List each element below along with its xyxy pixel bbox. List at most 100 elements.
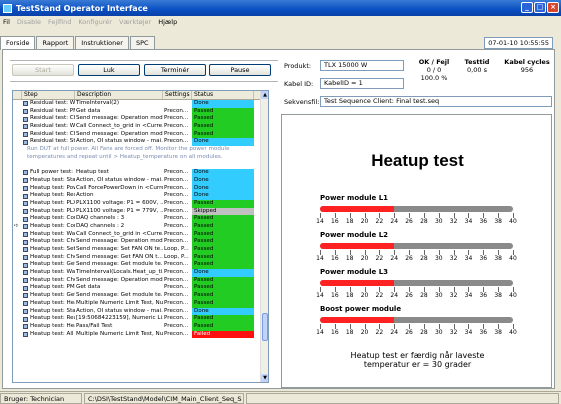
menu-fil[interactable]: Fil	[3, 18, 10, 26]
row-marker	[13, 315, 22, 323]
table-row[interactable]: Residual test: Check...Send message: Ope…	[13, 130, 268, 139]
table-row[interactable]: Heatup test: Check f...Send message: Get…	[13, 253, 268, 262]
grid-header: Step Description Settings Status	[13, 91, 268, 100]
scroll-down-arrow-icon[interactable]: ▼	[261, 374, 268, 382]
step-cell: Heatup test: Status...	[22, 177, 75, 185]
table-row[interactable]: Heatup test: PLX110...PLX1100 voltage: P…	[13, 207, 268, 216]
table-row[interactable]: Heatup test: PLX110...PLX1100 voltage: P…	[13, 199, 268, 208]
table-row[interactable]: Residual test: PM30...Get data Precon...P…	[13, 107, 268, 116]
tick-label: 16	[331, 292, 339, 299]
tick-label: 20	[360, 255, 369, 262]
step-cell: Full power test: Heat...	[22, 169, 75, 177]
start-button[interactable]: Start	[12, 64, 74, 76]
tab-instruktioner[interactable]: Instruktioner	[75, 36, 129, 49]
description-cell: Send message: Set FAN ON te...	[76, 246, 163, 252]
table-row[interactable]: Heatup test: Read b...[19:50684223159], …	[13, 315, 268, 323]
table-row[interactable]: Heatup test: Wait for...Call Connect_to_…	[13, 230, 268, 239]
table-row[interactable]: Heatup test: Wait TimeInterval(Locals.Hea…	[13, 269, 268, 277]
table-row[interactable]: Residual test: Check...Send message: Ope…	[13, 115, 268, 124]
table-row[interactable]: Full power test: Heat...Heatup test Preco…	[13, 169, 268, 177]
row-marker	[13, 115, 22, 123]
step-type-icon	[23, 270, 28, 276]
description-cell: TimeInterval(Locals.Heat_up_ti...	[76, 269, 163, 276]
maximize-button[interactable]: □	[534, 2, 546, 13]
menu-vaerktoejer[interactable]: Værktøjer	[119, 18, 151, 26]
step-cell: Residual test: Wait for...	[22, 123, 75, 131]
menu-bar: Fil Disable Fejlfind Konfigurér Værktøje…	[0, 16, 561, 28]
status-cell: Done	[192, 100, 254, 108]
row-marker	[13, 246, 22, 254]
status-column-header[interactable]: Status	[192, 91, 254, 99]
close-button[interactable]: ×	[547, 2, 559, 13]
step-grid[interactable]: Step Description Settings Status Residua…	[12, 90, 269, 383]
ok-fejl-label: OK / Fejl	[418, 58, 450, 66]
testtid-value: 0,00 s	[467, 66, 487, 74]
step-column-header[interactable]: Step	[22, 91, 75, 99]
scroll-thumb[interactable]	[262, 313, 268, 341]
settings-cell: Precon...	[164, 322, 189, 329]
status-cell: Passed	[192, 123, 254, 131]
step-cell: Heatup test: Heatup...	[22, 300, 75, 308]
minimize-button[interactable]: _	[521, 2, 533, 13]
produkt-field: TLX 15000 W	[320, 60, 404, 71]
ok-fejl-stat: OK / Fejl 0 / 0 100.0 %	[411, 58, 457, 82]
description-column-header[interactable]: Description	[75, 91, 163, 99]
table-row[interactable]: Residual test: Wait for...Call Connect_t…	[13, 123, 268, 131]
description-cell: Heatup test	[76, 169, 109, 176]
settings-column-header[interactable]: Settings	[163, 91, 192, 99]
step-cell: Heatup test: Check ...	[22, 277, 75, 285]
step-cell: Heatup test: Heatup...	[22, 323, 75, 331]
table-row[interactable]: Heatup test: Set fan...Send message: Set…	[13, 246, 268, 254]
divider	[10, 60, 278, 61]
table-row[interactable]: ➪ Heatup test: Connec...DAQ channels : 2 P…	[13, 222, 268, 231]
table-row[interactable]: Heatup test: Get mo...Send message: Get …	[13, 292, 268, 300]
table-row[interactable]: Heatup test: Power ...Call ForcePowerDow…	[13, 184, 268, 193]
row-marker	[13, 238, 22, 246]
table-row[interactable]: Heatup test: Get mo...Send message: Get …	[13, 261, 268, 270]
step-type-icon	[23, 193, 28, 199]
statistics-panel: OK / Fejl 0 / 0 100.0 % Testtid 0,00 s K…	[411, 58, 555, 90]
step-cell: Heatup test: Get mo...	[22, 261, 75, 269]
table-row[interactable]: Residual test: Wait #2TimeInterval(2) Don…	[13, 100, 268, 108]
menu-disable[interactable]: Disable	[17, 18, 41, 26]
description-cell: TimeInterval(2)	[76, 100, 120, 106]
table-row[interactable]: Heatup test: Status...Action, OI status …	[13, 307, 268, 316]
table-row[interactable]: Heatup test: Reset I...Action Precon...Do…	[13, 192, 268, 200]
luk-button[interactable]: Luk	[78, 64, 140, 76]
settings-cell	[163, 100, 192, 108]
produkt-label: Produkt:	[284, 62, 312, 70]
tab-forside[interactable]: Forside	[0, 36, 36, 50]
tick-label: 30	[434, 292, 443, 299]
description-cell: Send message: Operation mode	[76, 276, 163, 283]
table-row[interactable]: Heatup test: Check ...Send message: Oper…	[13, 276, 268, 285]
terminer-button[interactable]: Terminér	[144, 64, 206, 76]
tick-label: 34	[464, 218, 473, 225]
menu-konfigurer[interactable]: Konfigurér	[78, 18, 112, 26]
menu-fejlfind[interactable]: Fejlfind	[48, 18, 71, 26]
table-row[interactable]: Heatup test: Heatup...Multiple Numeric L…	[13, 299, 268, 308]
menu-hjaelp[interactable]: Hjælp	[158, 18, 177, 26]
table-row[interactable]: Heatup test: Heatup...Pass/Fail Test Prec…	[13, 322, 268, 331]
tab-spc[interactable]: SPC	[129, 36, 155, 49]
status-cell: Passed	[192, 276, 254, 285]
table-row[interactable]: Heatup test: All mod...Multiple Numeric …	[13, 330, 268, 339]
status-cell: Passed	[192, 130, 254, 139]
tick-label: 30	[434, 218, 443, 225]
tick-label: 32	[449, 329, 458, 336]
table-row[interactable]: Heatup test: Check ...Send message: Oper…	[13, 238, 268, 246]
settings-cell: Precon...	[164, 222, 189, 229]
temperature-bar-fill	[320, 317, 395, 323]
pause-button[interactable]: Pause	[209, 64, 271, 76]
arrow-column-header	[13, 91, 22, 99]
table-row[interactable]: Residual test: Status...Action, OI statu…	[13, 138, 268, 147]
table-row[interactable]: Heatup test: PM3000Get data Precon...Pass…	[13, 284, 268, 293]
scroll-up-arrow-icon[interactable]: ▲	[261, 91, 268, 99]
settings-cell: Precon...	[164, 284, 189, 291]
step-name: Residual test: Status...	[30, 138, 75, 145]
table-row[interactable]: Heatup test: Status...Action, OI status …	[13, 176, 268, 185]
step-name: Heatup test: Power ...	[30, 184, 75, 191]
table-row[interactable]: Heatup test: Connec...DAQ channels : 3 Pr…	[13, 215, 268, 223]
step-cell: Heatup test: Set fan...	[22, 246, 75, 254]
grid-scrollbar[interactable]: ▲ ▼	[260, 91, 268, 382]
tab-rapport[interactable]: Rapport	[36, 36, 75, 49]
